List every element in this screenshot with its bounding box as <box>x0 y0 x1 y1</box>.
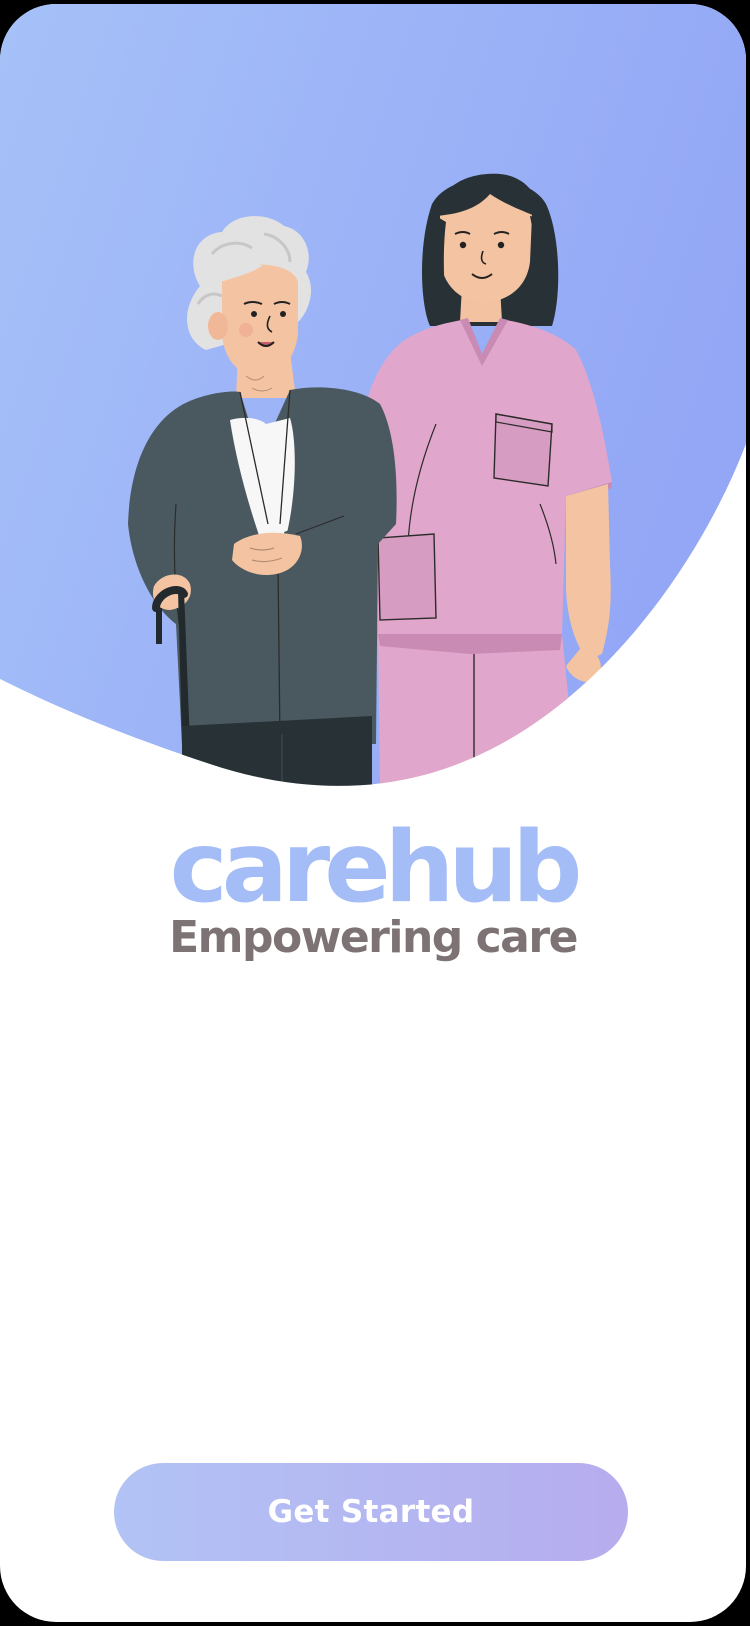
tagline: Empowering care <box>169 912 578 963</box>
hero-illustration <box>0 4 746 804</box>
app-screen: carehub Empowering care Get Started <box>0 4 746 1622</box>
get-started-button[interactable]: Get Started <box>114 1463 628 1561</box>
brand-logo: carehub <box>169 811 583 925</box>
